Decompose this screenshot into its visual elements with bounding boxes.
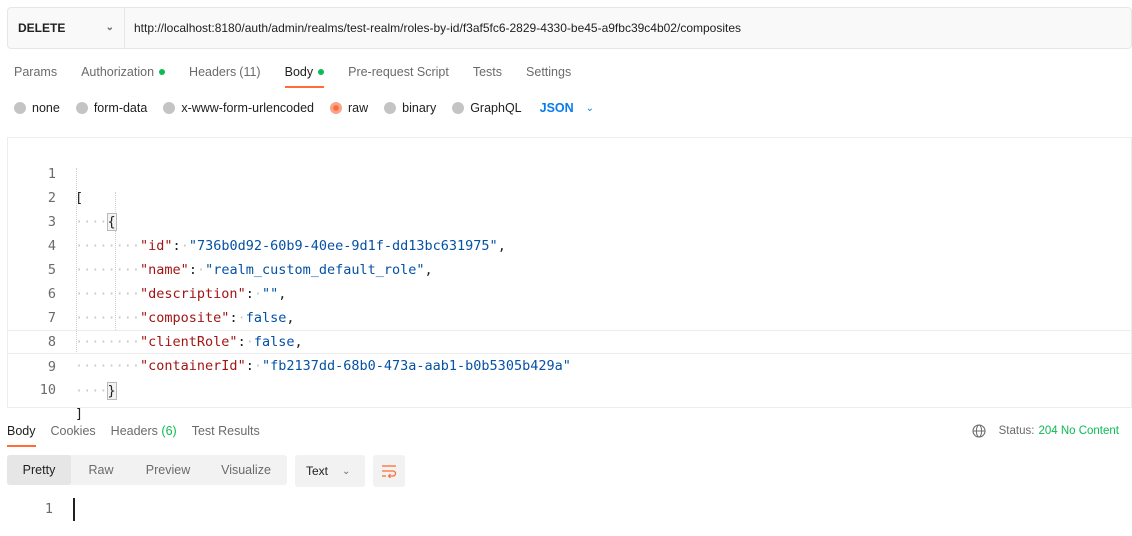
text-cursor: [73, 498, 75, 521]
radio-none[interactable]: none: [14, 101, 60, 115]
response-tab-headers[interactable]: Headers (6): [111, 424, 177, 444]
response-tabs: Body Cookies Headers (6) Test Results: [7, 424, 275, 447]
code-line: 1 [: [8, 138, 1131, 206]
radio-label: none: [32, 101, 60, 115]
format-label: Text: [306, 464, 329, 478]
response-status: Status: 204 No Content: [972, 424, 1119, 438]
tab-pre-request-script[interactable]: Pre-request Script: [348, 62, 449, 82]
view-pretty-button[interactable]: Pretty: [7, 455, 71, 485]
tab-label: Tests: [472, 65, 503, 79]
code-text: ····}: [75, 382, 117, 400]
tab-label: Authorization: [81, 65, 155, 79]
radio-binary[interactable]: binary: [384, 101, 436, 115]
code-line: 6 ········"composite":·false,: [8, 258, 1131, 326]
request-body-editor[interactable]: 1 [ 2 ····{ 3 ········"id":·"736b0d92-60…: [7, 137, 1132, 422]
radio-form-data[interactable]: form-data: [75, 101, 148, 115]
code-line-active: 9 ····}: [8, 330, 1131, 400]
tab-label: Cookies: [50, 424, 96, 438]
code-line: 7 ········"clientRole":·false,: [8, 282, 1131, 350]
method-select[interactable]: DELETE ⌄: [8, 8, 125, 48]
code-line: 10 ]: [8, 354, 1131, 422]
language-dropdown[interactable]: JSON ⌄: [540, 101, 594, 115]
status-code[interactable]: 204 No Content: [1038, 425, 1119, 437]
radio-label: GraphQL: [470, 101, 522, 115]
url-input[interactable]: http://localhost:8180/auth/admin/realms/…: [125, 21, 741, 35]
response-view-segmented: Pretty Raw Preview Visualize: [7, 455, 287, 485]
code-line: 3 ········"id":·"736b0d92-60b9-40ee-9d1f…: [8, 186, 1131, 254]
view-visualize-button[interactable]: Visualize: [205, 455, 287, 485]
body-type-selector: none form-data x-www-form-urlencoded raw…: [14, 99, 594, 117]
radio-raw[interactable]: raw: [330, 101, 368, 115]
wrap-lines-button[interactable]: [373, 455, 405, 487]
code-text: ]: [75, 406, 84, 422]
radio-icon: [75, 102, 88, 114]
response-format-dropdown[interactable]: Text ⌄: [295, 455, 365, 487]
chevron-down-icon: ⌄: [342, 465, 351, 477]
tab-label: Test Results: [191, 424, 260, 438]
status-dot: [159, 69, 166, 75]
tab-headers[interactable]: Headers (11): [189, 62, 261, 82]
radio-label: binary: [402, 101, 437, 115]
response-body-editor[interactable]: 1: [7, 497, 207, 521]
radio-graphql[interactable]: GraphQL: [452, 101, 522, 115]
code-line: 2 ····{: [8, 162, 1131, 231]
code-line: 4 ········"name":·"realm_custom_default_…: [8, 210, 1131, 278]
brace: }: [106, 382, 117, 400]
radio-label: raw: [348, 101, 369, 115]
code-line: 5 ········"description":·"",: [8, 234, 1131, 302]
radio-icon: [384, 102, 397, 114]
request-url-bar: DELETE ⌄ http://localhost:8180/auth/admi…: [7, 7, 1132, 49]
response-tab-body[interactable]: Body: [7, 424, 36, 447]
tab-label: Pre-request Script: [348, 65, 449, 79]
tab-label: Body: [7, 424, 36, 438]
chevron-down-icon: ⌄: [105, 22, 114, 33]
view-raw-button[interactable]: Raw: [71, 455, 131, 485]
radio-x-www-form-urlencoded[interactable]: x-www-form-urlencoded: [163, 101, 314, 115]
radio-selected-icon: [330, 102, 342, 114]
tab-count: (11): [239, 65, 261, 79]
view-preview-button[interactable]: Preview: [131, 455, 205, 485]
method-label: DELETE: [18, 21, 66, 35]
tab-authorization[interactable]: Authorization: [81, 62, 166, 82]
response-tab-cookies[interactable]: Cookies: [51, 424, 96, 444]
radio-label: x-www-form-urlencoded: [181, 101, 314, 115]
tab-params[interactable]: Params: [14, 62, 57, 82]
radio-icon: [14, 102, 26, 114]
tab-count: (6): [161, 424, 177, 438]
tab-tests[interactable]: Tests: [473, 62, 502, 82]
status-label: Status:: [998, 425, 1035, 437]
chevron-down-icon: ⌄: [585, 102, 595, 114]
radio-label: form-data: [93, 101, 148, 115]
tab-label: Settings: [526, 65, 572, 79]
language-label: JSON: [539, 101, 574, 115]
tab-label: Body: [284, 65, 314, 79]
tab-label: Params: [14, 65, 58, 79]
line-number: 1: [44, 501, 53, 517]
radio-icon: [163, 102, 176, 114]
wrap-lines-icon: [382, 465, 397, 478]
status-dot: [318, 69, 325, 75]
response-tab-test-results[interactable]: Test Results: [192, 424, 260, 444]
code-line: 8 ········"containerId":·"fb2137dd-68b0-…: [8, 306, 1131, 374]
line-number: 10: [39, 382, 56, 398]
tab-body[interactable]: Body: [284, 62, 325, 88]
tab-label: Headers: [189, 65, 237, 79]
tab-label: Headers: [110, 424, 158, 438]
request-tabs: Params Authorization Headers (11) Body Pr…: [14, 62, 595, 88]
globe-icon[interactable]: [972, 424, 986, 438]
radio-icon: [452, 102, 465, 114]
tab-settings[interactable]: Settings: [526, 62, 571, 82]
